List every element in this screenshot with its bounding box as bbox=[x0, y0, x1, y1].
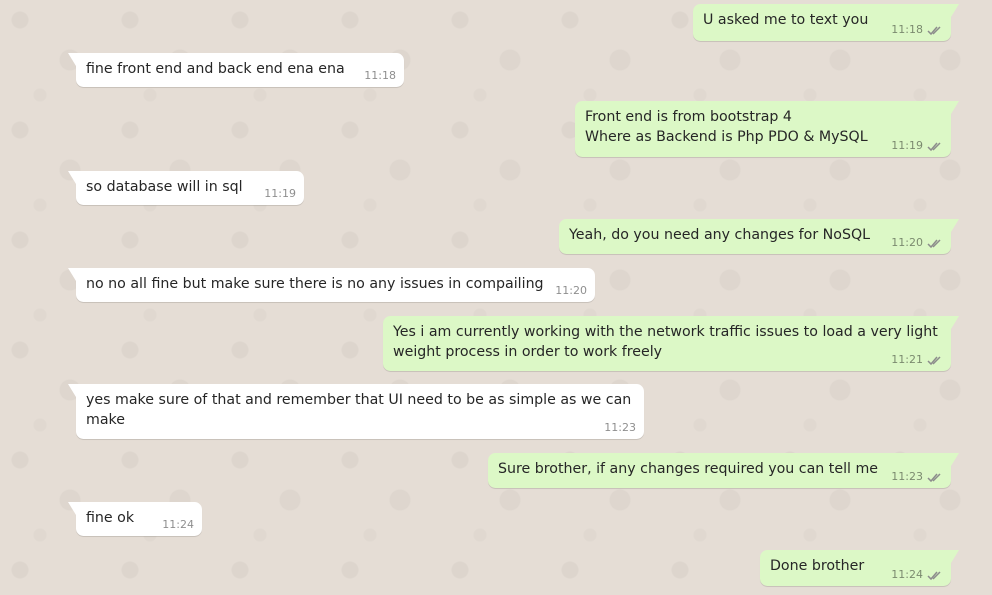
double-check-icon bbox=[927, 25, 941, 35]
message-bubble-incoming[interactable]: so database will in sql 11:19 bbox=[68, 171, 304, 205]
message-text: fine front end and back end ena ena bbox=[86, 61, 345, 77]
message-time: 11:21 bbox=[891, 353, 923, 366]
message-time: 11:24 bbox=[162, 518, 194, 531]
message-bubble-incoming[interactable]: yes make sure of that and remember that … bbox=[68, 384, 644, 439]
message-meta: 11:18 bbox=[891, 23, 943, 37]
message-time: 11:18 bbox=[364, 69, 396, 82]
message-bubble-incoming[interactable]: no no all fine but make sure there is no… bbox=[68, 268, 595, 302]
double-check-icon bbox=[927, 141, 941, 151]
message-bubble-outgoing[interactable]: U asked me to text you 11:18 bbox=[693, 4, 959, 41]
double-check-icon bbox=[927, 355, 941, 365]
message-time: 11:20 bbox=[891, 236, 923, 249]
message-meta: 11:20 bbox=[555, 284, 587, 298]
message-meta: 11:20 bbox=[891, 236, 943, 250]
message-bubble-outgoing[interactable]: Front end is from bootstrap 4 Where as B… bbox=[575, 101, 959, 157]
message-time: 11:19 bbox=[264, 187, 296, 200]
message-text: Yeah, do you need any changes for NoSQL bbox=[569, 227, 871, 243]
message-bubble-outgoing[interactable]: Yeah, do you need any changes for NoSQL … bbox=[559, 219, 959, 254]
message-meta: 11:21 bbox=[891, 353, 943, 367]
message-text: no no all fine but make sure there is no… bbox=[86, 276, 544, 292]
message-meta: 11:23 bbox=[604, 421, 636, 435]
message-time: 11:24 bbox=[891, 568, 923, 581]
double-check-icon bbox=[927, 570, 941, 580]
message-text: Sure brother, if any changes required yo… bbox=[498, 461, 879, 477]
message-meta: 11:19 bbox=[891, 139, 943, 153]
message-meta: 11:24 bbox=[891, 568, 943, 582]
double-check-icon bbox=[927, 238, 941, 248]
message-meta: 11:19 bbox=[264, 187, 296, 201]
message-time: 11:23 bbox=[891, 470, 923, 483]
message-meta: 11:24 bbox=[162, 518, 194, 532]
message-text: yes make sure of that and remember that … bbox=[86, 392, 636, 428]
message-bubble-outgoing[interactable]: Yes i am currently working with the netw… bbox=[383, 316, 959, 371]
message-bubble-incoming[interactable]: fine ok 11:24 bbox=[68, 502, 202, 536]
message-bubble-incoming[interactable]: fine front end and back end ena ena 11:1… bbox=[68, 53, 404, 87]
message-meta: 11:18 bbox=[364, 69, 396, 83]
message-bubble-outgoing[interactable]: Done brother 11:24 bbox=[760, 550, 959, 586]
message-time: 11:20 bbox=[555, 284, 587, 297]
message-time: 11:23 bbox=[604, 421, 636, 434]
message-meta: 11:23 bbox=[891, 470, 943, 484]
message-bubble-outgoing[interactable]: Sure brother, if any changes required yo… bbox=[488, 453, 959, 488]
message-time: 11:19 bbox=[891, 139, 923, 152]
message-text: Yes i am currently working with the netw… bbox=[393, 324, 943, 360]
message-text: Front end is from bootstrap 4 Where as B… bbox=[585, 109, 868, 145]
double-check-icon bbox=[927, 472, 941, 482]
message-time: 11:18 bbox=[891, 23, 923, 36]
